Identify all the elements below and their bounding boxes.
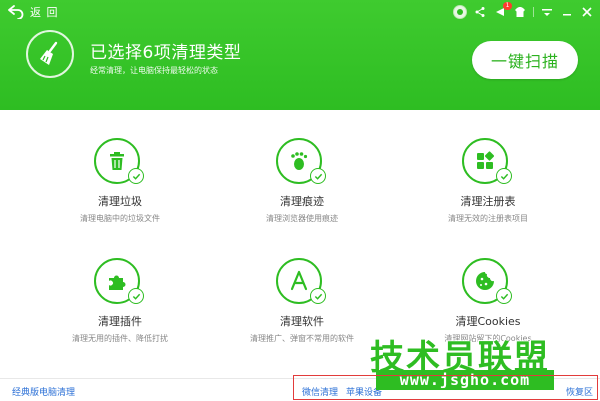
selected-check-icon	[128, 168, 144, 184]
restore-area-link[interactable]: 恢复区	[566, 385, 593, 398]
page-title: 已选择6项清理类型	[90, 43, 242, 63]
title-bar: 返 回 1	[0, 0, 600, 24]
item-description: 清理推广、弹窗不常用的软件	[250, 334, 354, 343]
footprint-icon	[291, 152, 308, 170]
skin-shirt-icon[interactable]	[513, 5, 527, 19]
item-title: 清理软件	[280, 315, 324, 328]
page-subtitle: 经常清理，让电脑保持最轻松的状态	[90, 66, 218, 75]
back-button[interactable]: 返 回	[8, 3, 59, 21]
item-title: 清理插件	[98, 315, 142, 328]
selected-check-icon	[496, 168, 512, 184]
item-title: 清理注册表	[460, 195, 516, 208]
window-controls: 1	[453, 2, 594, 20]
skin-icon[interactable]	[453, 5, 467, 19]
clean-item-software[interactable]: 清理软件 清理推广、弹窗不常用的软件	[222, 258, 382, 368]
clean-item-junk[interactable]: 清理垃圾 清理电脑中的垃圾文件	[40, 138, 200, 248]
broom-icon	[40, 41, 58, 65]
minimize-icon[interactable]	[560, 5, 574, 19]
clean-item-registry[interactable]: 清理注册表 清理无效的注册表项目	[408, 138, 568, 248]
menu-icon[interactable]	[540, 5, 554, 19]
puzzle-icon	[109, 275, 126, 290]
item-title: 清理痕迹	[280, 195, 324, 208]
broom-badge	[26, 30, 74, 78]
registry-grid-icon	[477, 151, 495, 169]
selected-check-icon	[310, 168, 326, 184]
close-icon[interactable]	[580, 5, 594, 19]
item-description: 清理浏览器使用痕迹	[266, 214, 338, 223]
clean-item-plugins[interactable]: 清理插件 清理无用的插件、降低打扰	[40, 258, 200, 368]
clean-item-traces[interactable]: 清理痕迹 清理浏览器使用痕迹	[222, 138, 382, 248]
item-description: 清理电脑中的垃圾文件	[80, 214, 160, 223]
classic-cleanup-link[interactable]: 经典版电脑清理	[12, 385, 75, 398]
divider	[533, 7, 534, 17]
watermark-url: www.jsgho.com	[376, 370, 554, 390]
notification-badge: 1	[503, 2, 512, 10]
trash-icon	[110, 152, 124, 170]
selected-check-icon	[128, 288, 144, 304]
wechat-cleanup-link[interactable]: 微信清理	[302, 385, 338, 398]
item-title: 清理Cookies	[455, 315, 521, 328]
back-label: 返 回	[30, 6, 59, 19]
header-banner: 返 回 1 已选择6项清理类型 经常清理，让电脑保持最轻松的状态 一键扫描	[0, 0, 600, 110]
one-click-scan-button[interactable]: 一键扫描	[472, 41, 578, 79]
cookie-icon	[476, 272, 494, 290]
back-arrow-icon	[8, 5, 24, 19]
app-store-icon	[290, 270, 308, 291]
selected-check-icon	[310, 288, 326, 304]
notification-icon[interactable]: 1	[493, 2, 512, 19]
selected-check-icon	[496, 288, 512, 304]
item-description: 清理无用的插件、降低打扰	[72, 334, 168, 343]
item-title: 清理垃圾	[98, 195, 142, 208]
share-icon[interactable]	[473, 5, 487, 19]
item-description: 清理无效的注册表项目	[448, 214, 528, 223]
